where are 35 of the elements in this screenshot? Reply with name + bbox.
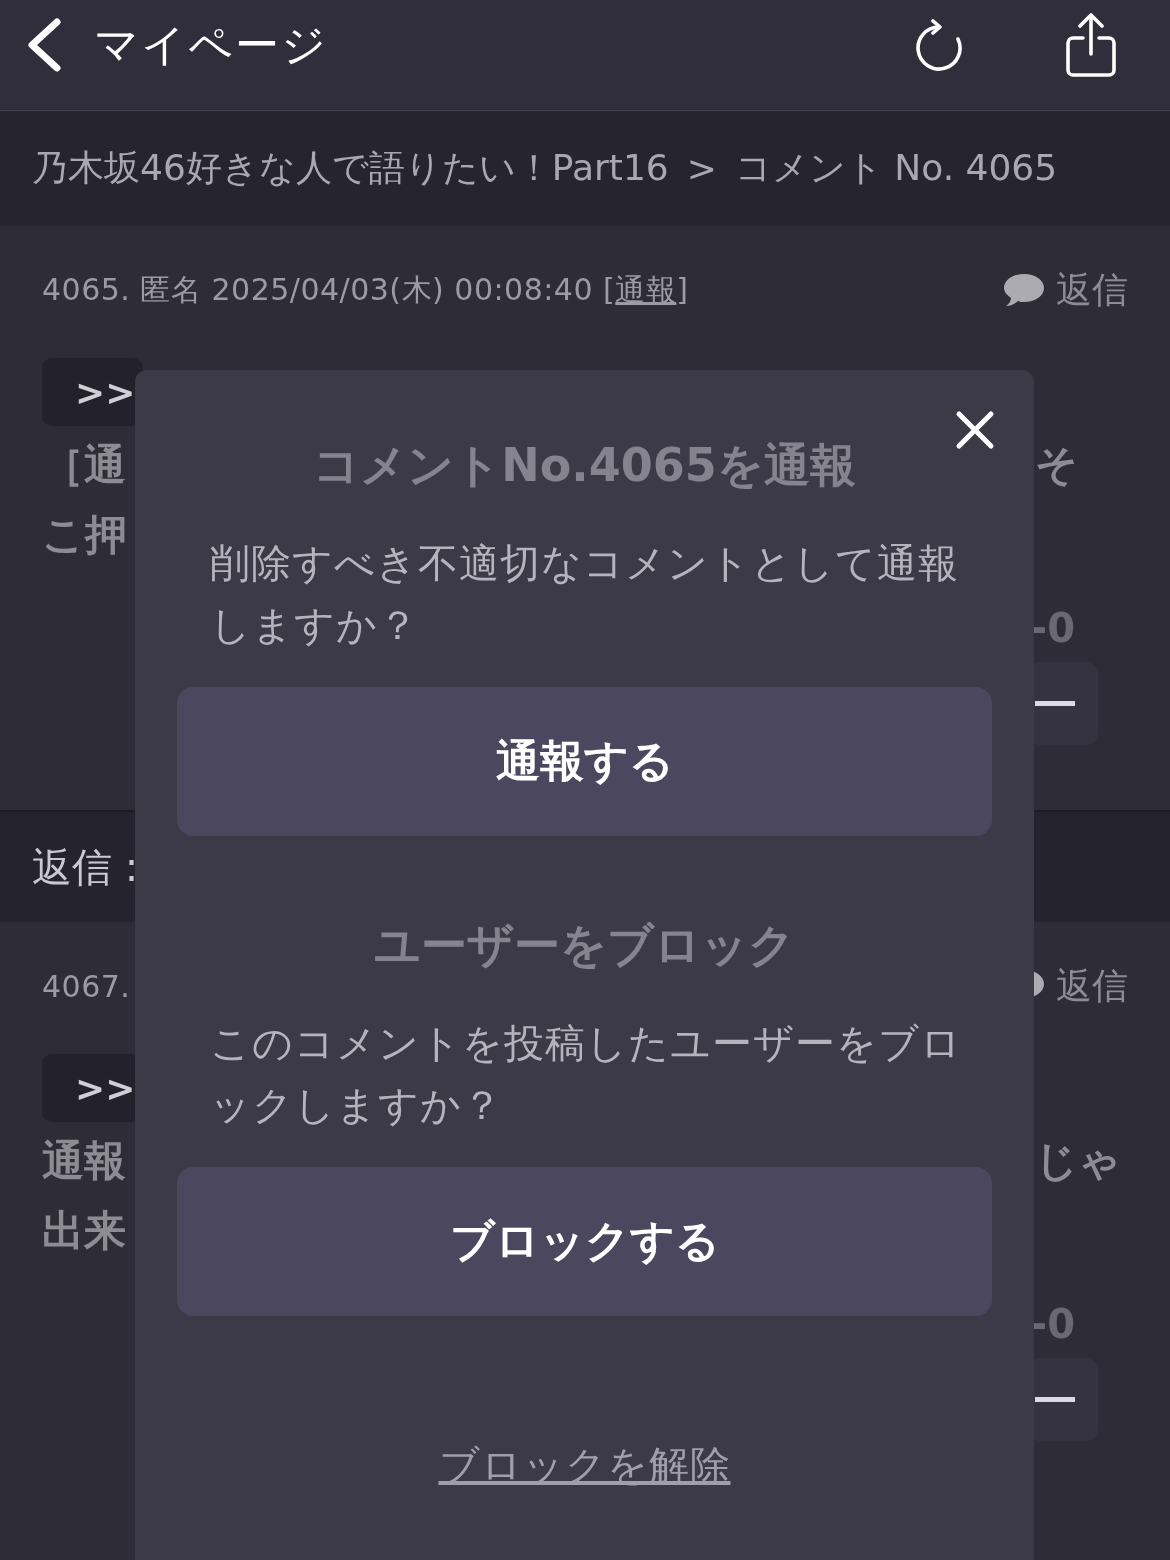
comment-text: そ [1035,439,1078,491]
close-icon [955,410,995,450]
comment-text: ［通 [42,439,126,491]
breadcrumb-separator: > [686,148,717,189]
comment-text: 出来 [42,1205,126,1257]
comment-text: 通報 [42,1135,126,1187]
minus-icon [1035,701,1075,706]
replies-heading: 返信 : [32,842,139,892]
comment-text: じゃ [1035,1135,1121,1187]
chevron-left-icon [26,18,62,72]
dialog-section-title: ユーザーをブロック [374,917,795,974]
share-button[interactable] [1066,13,1116,77]
dialog-message: このコメントを投稿したユーザーをブロックしますか？ [209,1019,963,1130]
comment-meta: 4065. 匿名 2025/04/03(木) 00:08:40 [通報] [42,270,689,309]
comment-meta: 4067. [42,968,131,1004]
share-icon [1066,13,1116,77]
refresh-button[interactable] [914,19,964,71]
reply-button[interactable]: 返信 [1004,265,1128,315]
breadcrumb-current: コメント No. 4065 [734,146,1058,190]
dialog-section-title: コメントNo.4065を通報 [313,437,856,494]
quote-link[interactable]: >> [42,358,144,426]
dialog-message: 削除すべき不適切なコメントとして通報しますか？ [209,539,960,650]
back-button[interactable]: マイページ [26,15,328,75]
vote-count: -0 [1030,1300,1075,1349]
unblock-link[interactable]: ブロックを解除 [438,1435,731,1495]
breadcrumb-link[interactable]: 乃木坂46好きな人で語りたい！Part16 [32,144,669,193]
refresh-icon [914,19,964,71]
comment-text: こ押 [42,509,127,561]
speech-bubble-icon [1004,273,1044,307]
report-link[interactable]: 通報 [615,271,677,307]
confirm-button[interactable]: 通報する [177,687,992,836]
vote-count: -0 [1030,604,1075,653]
confirm-button[interactable]: ブロックする [177,1167,992,1316]
minus-icon [1035,1397,1075,1402]
close-button[interactable] [955,410,995,450]
